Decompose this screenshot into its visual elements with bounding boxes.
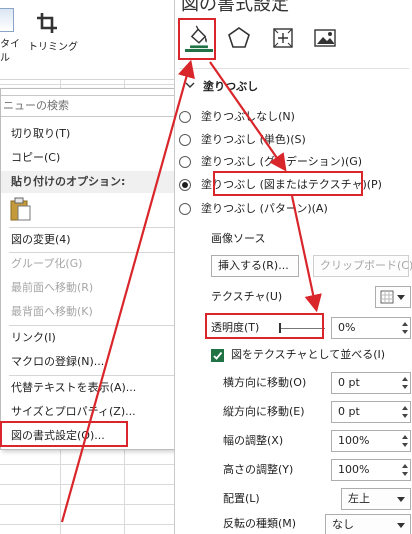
paste-options-header: 貼り付けのオプション: [1,171,196,193]
offset-y-value: 0 pt [338,405,360,418]
scale-y-input[interactable]: 100% [331,459,411,481]
scale-x-value: 100% [338,434,370,447]
offset-x-input[interactable]: 0 pt [331,372,411,394]
radio-label: 塗りつぶし (パターン)(A) [201,202,328,215]
crop-button-label[interactable]: トリミング [28,38,78,53]
texture-swatch-icon [380,290,394,304]
mirror-type-label: 反転の種類(M) [223,517,297,530]
collapse-chevron-icon[interactable] [185,80,195,90]
radio-label: 塗りつぶし (単色)(S) [201,133,306,146]
menu-item-size-properties[interactable]: サイズとプロパティ(Z)... [1,401,196,423]
menu-item-label: 最背面へ移動(K) [11,305,93,318]
menu-item-cut[interactable]: 切り取り(T) [1,123,196,145]
radio-gradient-fill[interactable]: 塗りつぶし (グラデーション)(G) [179,153,363,171]
pane-separator [179,68,409,69]
texture-dropdown[interactable] [375,286,411,308]
spin-up-icon[interactable] [402,406,408,410]
pane-title: 図の書式設定 [181,0,289,15]
scale-y-label: 高さの調整(Y) [223,463,294,476]
tile-checkbox-label[interactable]: 図をテクスチャとして並べる(I) [231,345,385,365]
radio-pattern-fill[interactable]: 塗りつぶし (パターン)(A) [179,200,328,218]
radio-button[interactable] [179,111,191,123]
menu-item-group[interactable]: グループ化(G) [1,253,196,275]
spin-down-icon[interactable] [402,414,408,418]
checkmark-icon [213,351,223,360]
radio-label: 塗りつぶし (図またはテクスチャ)(P) [201,178,382,191]
transparency-label: 透明度(T) [211,321,260,334]
menu-item-label: 最前面へ移動(R) [11,281,94,294]
effects-pentagon-icon[interactable] [225,24,253,52]
radio-picture-texture-fill[interactable]: 塗りつぶし (図またはテクスチャ)(P) [179,176,382,194]
clipboard-button[interactable]: クリップボード(C) [313,255,412,277]
spin-up-icon[interactable] [402,435,408,439]
insert-picture-button[interactable]: 挿入する(R)... [211,255,299,277]
alignment-value: 左上 [348,492,370,505]
radio-no-fill[interactable]: 塗りつぶしなし(N) [179,108,295,126]
texture-label: テクスチャ(U) [211,290,283,303]
menu-item-link[interactable]: リンク(I) [1,327,196,349]
picture-icon[interactable] [311,24,339,52]
crop-icon[interactable] [36,12,58,34]
format-picture-pane: 図の書式設定 塗りつぶし 塗りつぶしなし(N) 塗りつぶし (単色)(S) 塗り… [174,0,412,534]
context-menu: ニューの検索 切り取り(T) コピー(C) 貼り付けのオプション: 図の変更(4… [0,88,197,450]
radio-label: 塗りつぶしなし(N) [201,110,295,123]
tile-checkbox[interactable] [211,349,224,362]
spin-down-icon[interactable] [402,330,408,334]
scale-x-input[interactable]: 100% [331,430,411,452]
spin-up-icon[interactable] [402,322,408,326]
spin-down-icon[interactable] [402,443,408,447]
menu-item-send-to-back[interactable]: 最背面へ移動(K) [1,301,196,323]
radio-button[interactable] [179,203,191,215]
menu-item-label: グループ化(G) [11,257,83,270]
menu-item-format-picture[interactable]: 図の書式設定(O)... [1,425,196,447]
transparency-slider-thumb[interactable] [279,323,281,333]
menu-item-assign-macro[interactable]: マクロの登録(N)... [1,351,196,373]
radio-button[interactable] [179,134,191,146]
radio-button-checked[interactable] [179,179,191,191]
image-source-label: 画像ソース [211,232,266,245]
ribbon: タイ ル トリミング [0,0,175,80]
radio-button[interactable] [179,156,191,168]
offset-x-label: 横方向に移動(O) [223,376,307,389]
mirror-type-dropdown[interactable]: なし [325,514,411,534]
offset-y-input[interactable]: 0 pt [331,401,411,423]
scale-x-label: 幅の調整(X) [223,434,284,447]
paste-clipboard-icon[interactable] [9,197,31,221]
offset-y-label: 縦方向に移動(E) [223,405,305,418]
transparency-input[interactable]: 0% [331,317,411,339]
chevron-down-icon [397,523,405,528]
menu-search-input[interactable]: ニューの検索 [1,95,193,117]
transparency-value: 0% [338,321,356,334]
scale-y-value: 100% [338,463,370,476]
transparency-slider[interactable] [279,328,325,329]
menu-separator [9,325,194,326]
spin-up-icon[interactable] [402,377,408,381]
alignment-label: 配置(L) [223,492,260,505]
menu-item-label: 図の変更(4) [11,233,71,246]
spin-down-icon[interactable] [402,385,408,389]
menu-separator [9,227,194,228]
radio-label: 塗りつぶし (グラデーション)(G) [201,155,363,168]
picture-style-icon[interactable] [0,8,14,32]
chevron-down-icon [397,497,405,502]
spin-down-icon[interactable] [402,472,408,476]
menu-item-change-picture[interactable]: 図の変更(4) [1,229,196,251]
menu-separator [9,375,194,376]
menu-item-bring-to-front[interactable]: 最前面へ移動(R) [1,277,196,299]
size-properties-icon[interactable] [269,24,297,52]
radio-solid-fill[interactable]: 塗りつぶし (単色)(S) [179,131,306,149]
alignment-dropdown[interactable]: 左上 [341,488,411,510]
spin-up-icon[interactable] [402,464,408,468]
mirror-type-value: なし [332,518,354,531]
menu-item-copy[interactable]: コピー(C) [1,147,196,169]
picture-style-label[interactable]: タイ ル [0,38,20,66]
fill-section-title[interactable]: 塗りつぶし [203,78,258,94]
offset-x-value: 0 pt [338,376,360,389]
menu-item-alt-text[interactable]: 代替テキストを表示(A)... [1,377,196,399]
fill-line-icon[interactable] [185,24,213,52]
chevron-down-icon [397,295,405,300]
